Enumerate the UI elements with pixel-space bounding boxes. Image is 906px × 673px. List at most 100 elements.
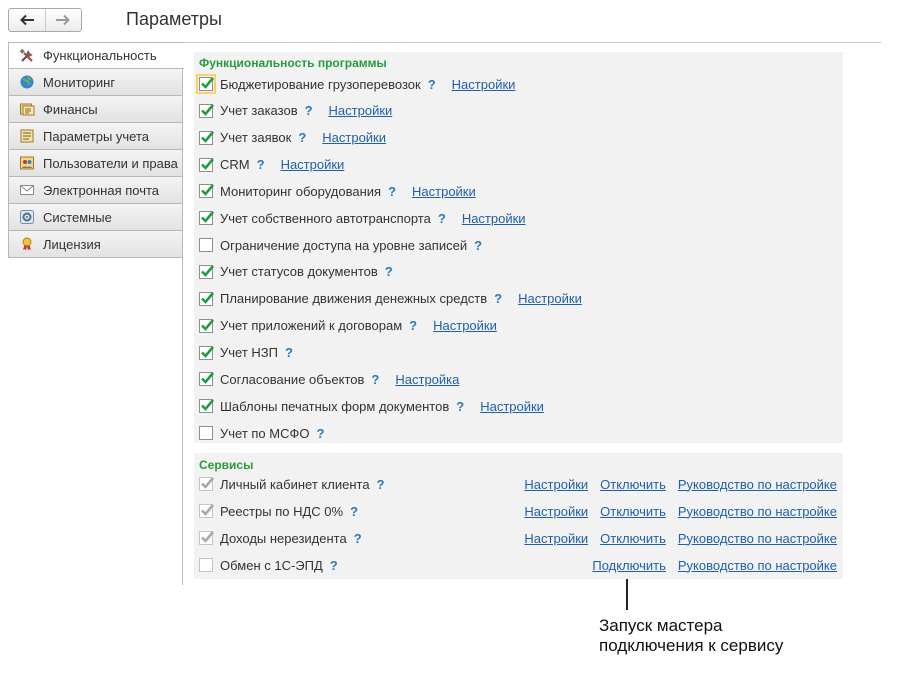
service-checkbox <box>199 531 214 545</box>
help-link[interactable]: ? <box>377 477 385 492</box>
settings-link[interactable]: Настройки <box>480 399 544 414</box>
service-settings-link[interactable]: Настройки <box>524 531 588 546</box>
help-link[interactable]: ? <box>371 372 379 387</box>
feature-checkbox[interactable] <box>199 345 214 360</box>
settings-link[interactable]: Настройки <box>329 103 393 118</box>
sidebar-item-accounting-params[interactable]: Параметры учета <box>8 123 183 150</box>
feature-checkbox[interactable] <box>199 238 213 253</box>
help-link[interactable]: ? <box>474 238 482 253</box>
service-row: Личный кабинет клиента? <box>199 474 385 494</box>
settings-link[interactable]: Настройки <box>452 77 516 92</box>
feature-checkbox[interactable] <box>199 399 214 414</box>
feature-checkbox[interactable] <box>199 184 214 199</box>
service-guide-link[interactable]: Руководство по настройке <box>678 558 837 573</box>
service-guide-link[interactable]: Руководство по настройке <box>678 477 837 492</box>
service-settings-link[interactable]: Настройки <box>524 477 588 492</box>
sidebar-item-email[interactable]: Электронная почта <box>8 177 183 204</box>
feature-row: Шаблоны печатных форм документов? Настрой… <box>199 396 544 416</box>
feature-checkbox[interactable] <box>196 74 216 94</box>
service-disable-link[interactable]: Отключить <box>600 531 666 546</box>
sidebar-item-monitoring[interactable]: Мониторинг <box>8 69 183 96</box>
feature-label: Шаблоны печатных форм документов <box>220 398 450 414</box>
feature-checkbox[interactable] <box>199 157 214 172</box>
help-link[interactable]: ? <box>257 157 265 172</box>
feature-label: Мониторинг оборудования <box>220 183 382 199</box>
help-link[interactable]: ? <box>354 531 362 546</box>
users-icon <box>20 156 34 170</box>
settings-link[interactable]: Настройки <box>433 318 497 333</box>
service-row: Доходы нерезидента? <box>199 528 362 548</box>
system-gear-icon <box>20 210 34 224</box>
sidebar-item-system[interactable]: Системные <box>8 204 183 231</box>
help-link[interactable]: ? <box>385 264 393 279</box>
help-link[interactable]: ? <box>494 291 502 306</box>
feature-checkbox[interactable] <box>199 211 214 226</box>
service-checkbox <box>199 477 214 491</box>
help-link[interactable]: ? <box>456 399 464 414</box>
back-button[interactable] <box>9 9 45 31</box>
feature-label: CRM <box>220 157 250 173</box>
service-actions: Подключить Руководство по настройке <box>580 555 837 575</box>
feature-row: Согласование объектов? Настройка <box>199 369 459 389</box>
service-guide-link[interactable]: Руководство по настройке <box>678 531 837 546</box>
settings-link[interactable]: Настройка <box>395 372 459 387</box>
feature-checkbox[interactable] <box>199 426 213 441</box>
service-guide-link[interactable]: Руководство по настройке <box>678 504 837 519</box>
checkmark-icon <box>201 531 214 543</box>
feature-label: Учет приложений к договорам <box>220 318 403 334</box>
sidebar: Функциональность Мониторинг Финансы Пара… <box>8 42 184 258</box>
service-label: Обмен с 1С-ЭПД <box>220 557 323 573</box>
settings-link[interactable]: Настройки <box>412 184 476 199</box>
feature-checkbox[interactable] <box>199 372 214 387</box>
feature-row: Бюджетирование грузоперевозок? Настройки <box>196 74 516 94</box>
sidebar-item-functionality[interactable]: Функциональность <box>8 42 184 69</box>
feature-checkbox[interactable] <box>199 318 214 333</box>
feature-row: Планирование движения денежных средств? Н… <box>199 289 582 309</box>
sidebar-item-label: Электронная почта <box>43 182 160 198</box>
settings-link[interactable]: Настройки <box>518 291 582 306</box>
service-settings-link[interactable]: Настройки <box>524 504 588 519</box>
sidebar-item-label: Функциональность <box>43 48 157 63</box>
sidebar-item-finance[interactable]: Финансы <box>8 96 183 123</box>
help-link[interactable]: ? <box>298 130 306 145</box>
service-actions: Настройки Отключить Руководство по настрой… <box>512 501 837 521</box>
service-checkbox <box>199 504 214 518</box>
sidebar-item-label: Лицензия <box>43 236 101 252</box>
help-link[interactable]: ? <box>330 558 338 573</box>
feature-checkbox[interactable] <box>199 291 214 306</box>
feature-label: Планирование движения денежных средств <box>220 291 488 307</box>
help-link[interactable]: ? <box>409 318 417 333</box>
checkmark-icon <box>201 504 214 516</box>
history-nav <box>8 8 82 32</box>
checkmark-icon <box>201 345 214 358</box>
feature-label: Учет НЗП <box>220 345 278 360</box>
help-link[interactable]: ? <box>305 103 313 118</box>
service-label: Личный кабинет клиента <box>220 476 370 492</box>
sidebar-item-license[interactable]: Лицензия <box>8 231 183 258</box>
feature-checkbox[interactable] <box>199 103 214 118</box>
checkmark-icon <box>201 157 214 170</box>
feature-checkbox[interactable] <box>199 264 214 279</box>
feature-row: Учет по МСФО? <box>199 423 324 443</box>
feature-row: Мониторинг оборудования? Настройки <box>199 181 476 201</box>
checkmark-icon <box>201 318 214 331</box>
help-link[interactable]: ? <box>388 184 396 199</box>
forward-button[interactable] <box>44 9 82 31</box>
settings-link[interactable]: Настройки <box>462 211 526 226</box>
service-disable-link[interactable]: Отключить <box>600 477 666 492</box>
callout-line-2: подключения к сервису <box>599 636 784 655</box>
service-connect-link[interactable]: Подключить <box>592 558 666 573</box>
service-label: Доходы нерезидента <box>220 530 347 546</box>
settings-link[interactable]: Настройки <box>322 130 386 145</box>
help-link[interactable]: ? <box>428 77 436 92</box>
service-disable-link[interactable]: Отключить <box>600 504 666 519</box>
checkmark-icon <box>201 265 214 277</box>
help-link[interactable]: ? <box>285 345 293 360</box>
help-link[interactable]: ? <box>350 504 358 519</box>
help-link[interactable]: ? <box>317 426 325 441</box>
feature-checkbox[interactable] <box>199 130 214 145</box>
sidebar-item-users-rights[interactable]: Пользователи и права <box>8 150 183 177</box>
settings-link[interactable]: Настройки <box>281 157 345 172</box>
tab-panel-border <box>182 69 183 585</box>
help-link[interactable]: ? <box>438 211 446 226</box>
